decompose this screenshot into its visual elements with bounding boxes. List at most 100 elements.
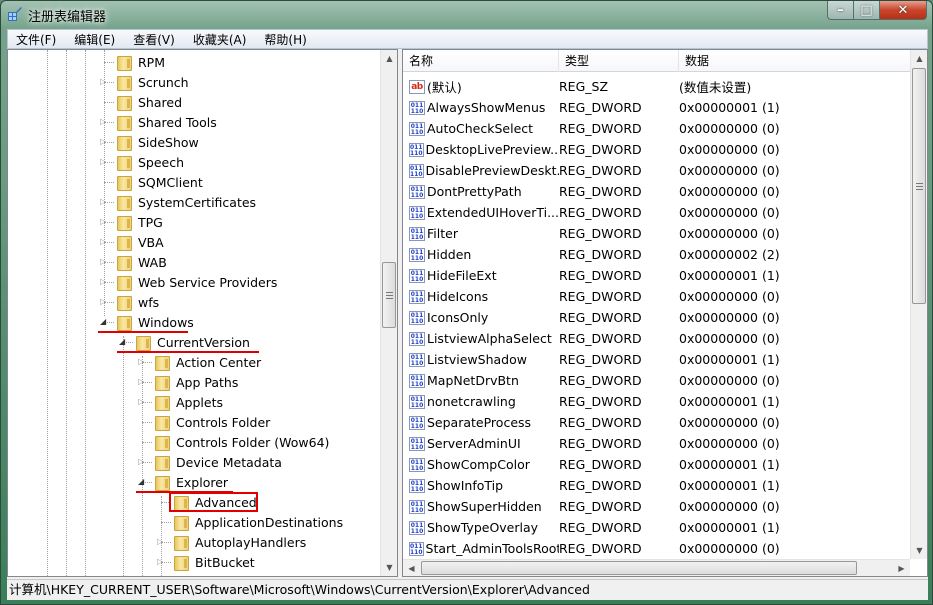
tree-item-controls-folder[interactable]: Controls Folder [154, 412, 270, 432]
value-data-cell: 0x00000001 (1) [679, 268, 780, 283]
collapsed-arrow-icon[interactable]: ▷ [100, 278, 108, 286]
menu-view[interactable]: 查看(V) [124, 31, 184, 48]
list-row[interactable]: 011 110 AlwaysShowMenus REG_DWORD 0x00000001… [403, 97, 799, 118]
expanded-arrow-icon[interactable]: ◢ [100, 318, 108, 326]
maximize-button[interactable]: □ [854, 1, 880, 20]
tree-item-wfs[interactable]: wfs [116, 292, 159, 312]
list-row[interactable]: 011 110 ListviewShadow REG_DWORD 0x00000001 … [403, 349, 799, 370]
scroll-down-icon[interactable]: ▼ [911, 542, 927, 559]
tree-item-label: wfs [138, 294, 160, 310]
tree-item-applicationdestinations[interactable]: ApplicationDestinations [173, 512, 343, 532]
collapsed-arrow-icon[interactable]: ▷ [100, 138, 108, 146]
list-row[interactable]: 011 110 ShowCompColor REG_DWORD 0x00000001 (… [403, 454, 799, 475]
list-horizontal-scrollbar[interactable]: ◀ ▶ [403, 559, 910, 576]
collapsed-arrow-icon[interactable]: ▷ [100, 118, 108, 126]
list-row[interactable]: 011 110 DesktopLivePreview... REG_DWORD 0x00… [403, 139, 799, 160]
collapsed-arrow-icon[interactable]: ▷ [138, 358, 146, 366]
tree-item-systemcertificates[interactable]: SystemCertificates [116, 192, 256, 212]
tree-item-bitbucket[interactable]: BitBucket [173, 552, 255, 572]
list-vertical-scrollbar[interactable]: ▲ ▼ [910, 50, 927, 559]
collapsed-arrow-icon[interactable]: ▷ [157, 558, 165, 566]
minimize-button[interactable]: – [827, 1, 854, 20]
list-row[interactable]: 011 110 DisablePreviewDeskt... REG_DWORD 0x0… [403, 160, 799, 181]
menu-file[interactable]: 文件(F) [8, 31, 65, 48]
expanded-arrow-icon[interactable]: ◢ [138, 478, 146, 486]
tree-item-web-service-providers[interactable]: Web Service Providers [116, 272, 277, 292]
menu-edit[interactable]: 编辑(E) [65, 31, 124, 48]
menu-favorites[interactable]: 收藏夹(A) [184, 31, 256, 48]
tree-item-sqmclient[interactable]: SQMClient [116, 172, 203, 192]
column-header-name[interactable]: 名称 [403, 50, 559, 72]
close-button[interactable]: ✕ [880, 1, 927, 20]
tree-item-explorer[interactable]: Explorer [154, 472, 228, 492]
tree-item-tpg[interactable]: TPG [116, 212, 163, 232]
collapsed-arrow-icon[interactable]: ▷ [100, 78, 108, 86]
list-row[interactable]: 011 110 ExtendedUIHoverTi... REG_DWORD 0x000… [403, 202, 799, 223]
tree-item-shared[interactable]: Shared [116, 92, 182, 112]
collapsed-arrow-icon[interactable]: ▷ [138, 398, 146, 406]
tree-item-autoplayhandlers[interactable]: AutoplayHandlers [173, 532, 306, 552]
scroll-down-icon[interactable]: ▼ [381, 559, 397, 576]
scroll-right-icon[interactable]: ▶ [893, 560, 910, 576]
tree-item-shared-tools[interactable]: Shared Tools [116, 112, 217, 132]
scroll-up-icon[interactable]: ▲ [381, 50, 397, 67]
tree-item-rpm[interactable]: RPM [116, 52, 165, 72]
list-row[interactable]: 011 110 ShowInfoTip REG_DWORD 0x00000001 (1) [403, 475, 799, 496]
list-row[interactable]: 011 110 ListviewAlphaSelect REG_DWORD 0x0000… [403, 328, 799, 349]
collapsed-arrow-icon[interactable]: ▷ [157, 538, 165, 546]
list-row[interactable]: 011 110 HideIcons REG_DWORD 0x00000000 (0) [403, 286, 799, 307]
collapsed-arrow-icon[interactable]: ▷ [138, 378, 146, 386]
list-row[interactable]: 011 110 nonetcrawling REG_DWORD 0x00000001 (… [403, 391, 799, 412]
tree-item-scrunch[interactable]: Scrunch [116, 72, 189, 92]
collapsed-arrow-icon[interactable]: ▷ [100, 218, 108, 226]
list-row[interactable]: 011 110 Hidden REG_DWORD 0x00000002 (2) [403, 244, 799, 265]
tree-item-applets[interactable]: Applets [154, 392, 223, 412]
list-row[interactable]: 011 110 ShowTypeOverlay REG_DWORD 0x00000001… [403, 517, 799, 538]
list-row[interactable]: 011 110 DontPrettyPath REG_DWORD 0x00000000 … [403, 181, 799, 202]
tree-item-device-metadata[interactable]: Device Metadata [154, 452, 282, 472]
maximize-icon: □ [860, 2, 873, 18]
expanded-arrow-icon[interactable]: ◢ [119, 338, 127, 346]
value-data-cell: 0x00000001 (1) [679, 457, 780, 472]
title-bar[interactable]: 注册表编辑器 – □ ✕ [1, 1, 932, 29]
column-header-type[interactable]: 类型 [559, 50, 679, 72]
tree-item-action-center[interactable]: Action Center [154, 352, 261, 372]
list-row[interactable]: 011 110 Start_AdminToolsRoot REG_DWORD 0x000… [403, 538, 799, 559]
list-row[interactable]: 011 110 ServerAdminUI REG_DWORD 0x00000000 (… [403, 433, 799, 454]
collapsed-arrow-icon[interactable]: ▷ [138, 458, 146, 466]
tree-item-sideshow[interactable]: SideShow [116, 132, 199, 152]
list-row[interactable]: ab (默认) REG_SZ (数值未设置) [403, 76, 799, 97]
tree-scroll-thumb[interactable] [382, 262, 396, 328]
list-row[interactable]: 011 110 IconsOnly REG_DWORD 0x00000000 (0) [403, 307, 799, 328]
tree-item-vba[interactable]: VBA [116, 232, 164, 252]
scroll-left-icon[interactable]: ◀ [403, 560, 420, 576]
menu-help[interactable]: 帮助(H) [255, 31, 315, 48]
value-name-cell: ab (默认) [403, 77, 559, 96]
tree-item-speech[interactable]: Speech [116, 152, 184, 172]
tree-item-currentversion[interactable]: CurrentVersion [135, 332, 250, 352]
list-row[interactable]: 011 110 Filter REG_DWORD 0x00000000 (0) [403, 223, 799, 244]
tree-item-app-paths[interactable]: App Paths [154, 372, 238, 392]
tree-item-controls-folder-wow64[interactable]: Controls Folder (Wow64) [154, 432, 329, 452]
collapsed-arrow-icon[interactable]: ▷ [100, 158, 108, 166]
value-name-cell: 011 110 DisablePreviewDeskt... [403, 163, 559, 178]
list-row[interactable]: 011 110 HideFileExt REG_DWORD 0x00000001 (1) [403, 265, 799, 286]
tree-item-windows[interactable]: Windows [116, 312, 194, 332]
tree-vertical-scrollbar[interactable]: ▲ ▼ [380, 50, 397, 576]
scroll-up-icon[interactable]: ▲ [911, 50, 927, 67]
collapsed-arrow-icon[interactable]: ▷ [100, 238, 108, 246]
column-header-data[interactable]: 数据 [679, 50, 910, 72]
list-row[interactable]: 011 110 MapNetDrvBtn REG_DWORD 0x00000000 (0… [403, 370, 799, 391]
collapsed-arrow-icon[interactable]: ▷ [100, 198, 108, 206]
list-scroll-thumb[interactable] [912, 68, 926, 304]
collapsed-arrow-icon[interactable]: ▷ [100, 258, 108, 266]
tree-item-wab[interactable]: WAB [116, 252, 167, 272]
list-row[interactable]: 011 110 AutoCheckSelect REG_DWORD 0x00000000… [403, 118, 799, 139]
registry-tree[interactable]: ▲ ▼ RPM ▷ Scrunch Shared ▷ Shared Tools ▷ SideS… [7, 49, 398, 577]
list-hscroll-thumb[interactable] [421, 561, 857, 575]
list-row[interactable]: 011 110 ShowSuperHidden REG_DWORD 0x00000000… [403, 496, 799, 517]
list-row[interactable]: 011 110 SeparateProcess REG_DWORD 0x00000000… [403, 412, 799, 433]
values-list[interactable]: 名称 类型 数据 ▲ ▼ ◀ ▶ ab (默认) REG_SZ (数值未设置) 011 1… [402, 49, 928, 577]
collapsed-arrow-icon[interactable]: ▷ [100, 298, 108, 306]
tree-connector [161, 522, 171, 523]
